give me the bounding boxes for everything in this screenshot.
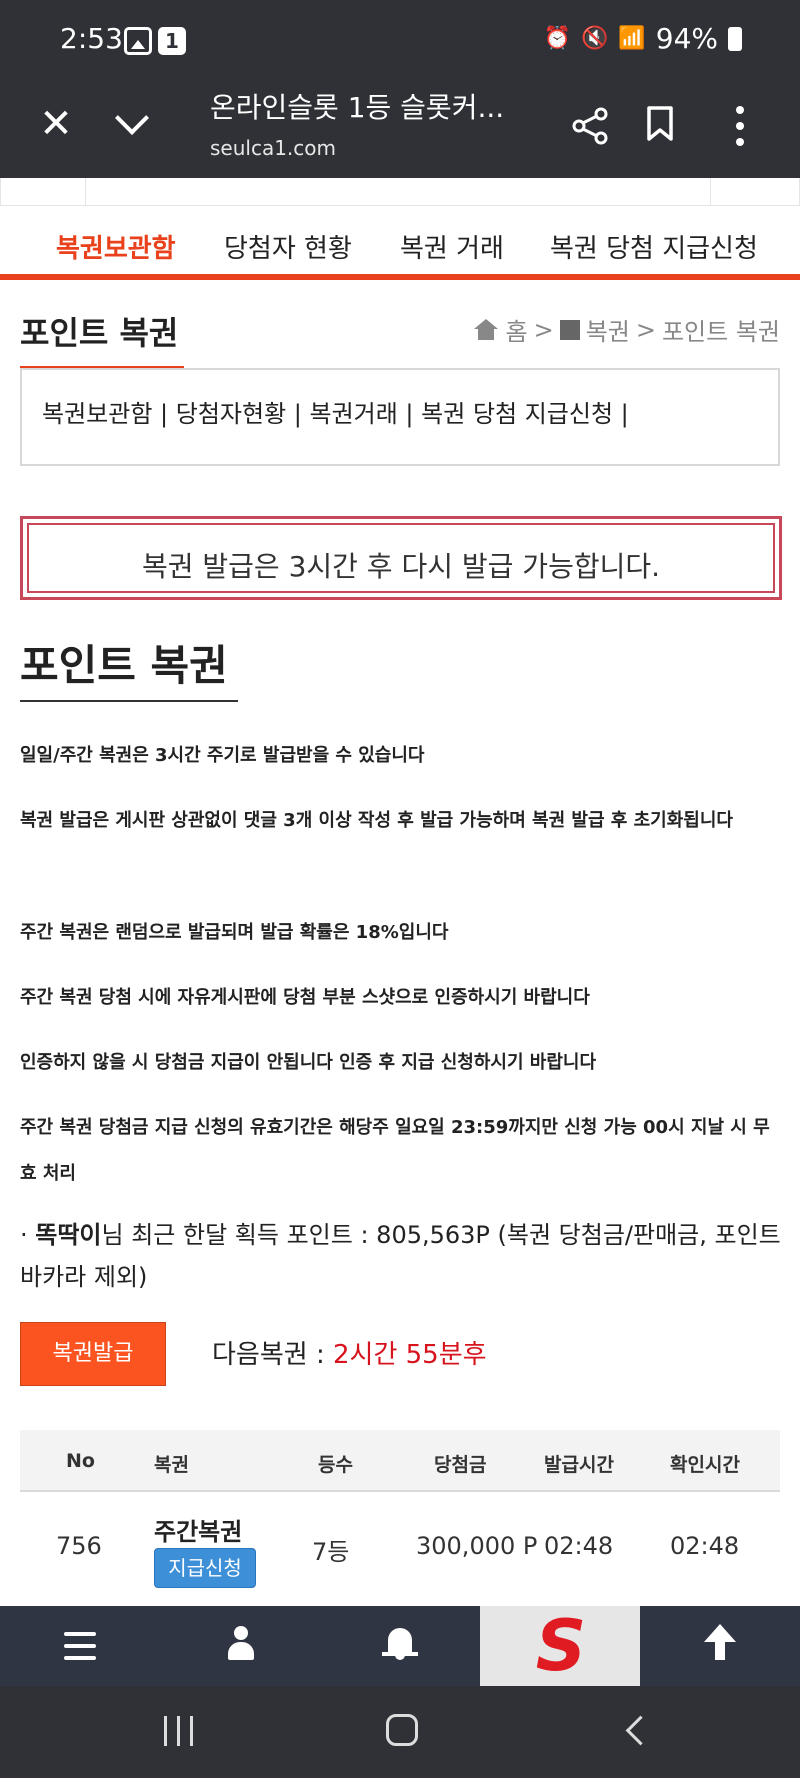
column-header-issued: 발급시간	[544, 1454, 614, 1476]
points-text: 님 최근 한달 획득 포인트 : 805,563P (복권 당첨금/판매금, 포…	[20, 1221, 781, 1291]
cell-rank: 7등	[312, 1538, 350, 1566]
system-navigation-bar	[0, 1686, 800, 1778]
next-lottery-label: 다음복권 :	[212, 1340, 333, 1370]
alarm-icon: ⏰	[543, 26, 571, 51]
rule-text: 일일/주간 복권은 3시간 주기로 발급받을 수 있습니다	[20, 745, 425, 766]
tab-claim[interactable]: 복권 당첨 지급신청	[550, 228, 758, 265]
browser-url[interactable]: seulca1.com	[210, 136, 336, 160]
column-header-checked: 확인시간	[670, 1454, 740, 1476]
issue-alert-inner: 복권 발급은 3시간 후 다시 발급 가능합니다.	[27, 523, 775, 593]
wifi-icon: 📶	[618, 26, 646, 51]
claim-prize-button[interactable]: 지급신청	[154, 1548, 256, 1588]
bookmark-icon[interactable]	[646, 106, 674, 142]
breadcrumb-section[interactable]: 복권	[586, 312, 630, 347]
top-strip	[0, 178, 800, 206]
home-button-icon[interactable]	[386, 1714, 418, 1746]
tab-trade[interactable]: 복권 거래	[400, 228, 504, 265]
tab-winners[interactable]: 당첨자 현황	[224, 228, 352, 265]
cell-lottery-name: 주간복권	[154, 1518, 243, 1546]
cell-no: 756	[56, 1532, 102, 1560]
column-header-rank: 등수	[318, 1454, 353, 1476]
sub-navigation: 복권보관함 | 당첨자현황 | 복권거래 | 복권 당첨 지급신청 |	[20, 368, 780, 466]
notification-count-badge: 1	[158, 27, 186, 55]
menu-icon[interactable]	[64, 1632, 96, 1660]
rule-text: 주간 복권은 랜덤으로 발급되며 발급 확률은 18%입니다	[20, 922, 449, 943]
site-logo-icon: S	[535, 1605, 587, 1687]
column-header-no: No	[66, 1450, 95, 1472]
cell-prize: 300,000 P	[416, 1532, 538, 1560]
strip-cell	[710, 178, 800, 206]
status-bar: 2:53 1 ⏰ 🔇 📶 94%	[0, 0, 800, 80]
sub-navigation-links[interactable]: 복권보관함 | 당첨자현황 | 복권거래 | 복권 당첨 지급신청 |	[42, 394, 629, 429]
username: 똑딱이	[35, 1221, 102, 1249]
recent-apps-icon[interactable]	[164, 1716, 194, 1746]
column-header-prize: 당첨금	[434, 1454, 487, 1476]
bell-icon[interactable]	[382, 1624, 418, 1664]
battery-icon	[728, 26, 742, 51]
info-bullet: ·	[20, 1221, 36, 1249]
status-time: 2:53	[60, 22, 123, 55]
square-icon	[559, 319, 580, 340]
more-icon[interactable]	[734, 106, 746, 146]
breadcrumb-separator: >	[533, 315, 554, 344]
user-points-info: · 똑딱이님 최근 한달 획득 포인트 : 805,563P (복권 당첨금/판…	[20, 1214, 785, 1298]
gallery-icon	[124, 27, 152, 55]
breadcrumb: 홈 > 복권 > 포인트 복권	[473, 312, 780, 347]
browser-toolbar: ✕ 온라인슬롯 1등 슬롯커... seulca1.com	[0, 80, 800, 178]
arrow-up-icon[interactable]	[700, 1624, 740, 1668]
rule-text: 주간 복권 당첨 시에 자유게시판에 당첨 부분 스샷으로 인증하시기 바랍니다	[20, 987, 590, 1008]
section-title: 포인트 복권	[20, 641, 228, 690]
column-header-lottery: 복권	[154, 1454, 189, 1476]
next-lottery: 다음복권 : 2시간 55분후	[212, 1334, 487, 1371]
rule-text: 복권 발급은 게시판 상관없이 댓글 3개 이상 작성 후 발급 가능하며 복권…	[20, 810, 733, 831]
mute-icon: 🔇	[580, 26, 609, 51]
user-icon[interactable]	[226, 1626, 256, 1662]
strip-cell	[0, 178, 86, 206]
home-icon[interactable]	[473, 318, 499, 341]
rule-text: 인증하지 않을 시 당첨금 지급이 안됩니다 인증 후 지급 신청하시기 바랍니…	[20, 1052, 597, 1073]
lottery-tabs: 복권보관함 당첨자 현황 복권 거래 복권 당첨 지급신청	[0, 206, 800, 280]
browser-page-title[interactable]: 온라인슬롯 1등 슬롯커...	[210, 86, 504, 126]
cell-checked-time: 02:48	[670, 1532, 740, 1560]
site-logo-button[interactable]: S	[480, 1606, 640, 1686]
close-icon[interactable]: ✕	[36, 104, 76, 144]
status-icons: ⏰ 🔇 📶 94%	[544, 22, 742, 55]
bell-icon-base	[382, 1652, 418, 1656]
page-title: 포인트 복권	[20, 314, 179, 352]
next-lottery-countdown: 2시간 55분후	[332, 1340, 487, 1370]
cell-issued-time: 02:48	[544, 1532, 614, 1560]
rule-text: 주간 복권 당첨금 지급 신청의 유효기간은 해당주 일요일 23:59까지만 …	[20, 1117, 770, 1184]
table-header: No 복권 등수 당첨금 발급시간 확인시간	[20, 1430, 780, 1492]
chevron-down-icon[interactable]	[112, 102, 154, 144]
issue-alert: 복권 발급은 3시간 후 다시 발급 가능합니다.	[20, 516, 782, 600]
breadcrumb-separator: >	[635, 315, 656, 344]
issue-lottery-button[interactable]: 복권발급	[20, 1322, 166, 1386]
tab-lottery-box[interactable]: 복권보관함	[56, 228, 176, 265]
breadcrumb-current: 포인트 복권	[661, 318, 780, 346]
back-icon[interactable]	[620, 1716, 648, 1746]
battery-percent: 94%	[655, 22, 718, 55]
section-title-underline	[20, 700, 238, 702]
issue-alert-text: 복권 발급은 3시간 후 다시 발급 가능합니다.	[141, 550, 661, 583]
table-row: 756 주간복권 지급신청 7등 300,000 P 02:48 02:48	[20, 1492, 780, 1606]
share-icon[interactable]	[570, 106, 610, 146]
site-bottom-nav: S	[0, 1606, 800, 1686]
breadcrumb-home[interactable]: 홈	[505, 312, 527, 347]
